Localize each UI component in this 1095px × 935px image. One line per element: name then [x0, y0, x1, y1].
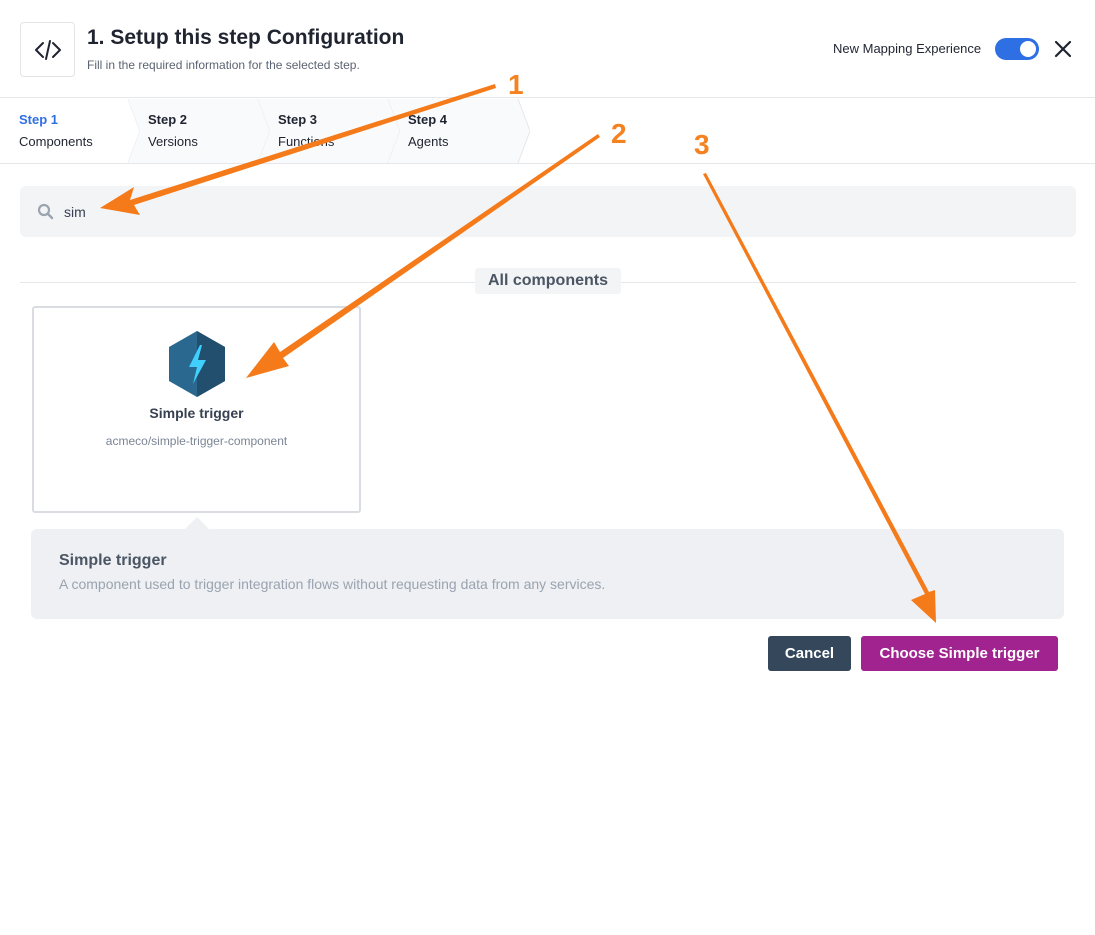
close-button[interactable] — [1052, 38, 1074, 60]
component-title: Simple trigger — [149, 405, 244, 421]
component-path: acmeco/simple-trigger-component — [105, 434, 288, 448]
choose-component-button[interactable]: Choose Simple trigger — [861, 636, 1058, 671]
step-label: Functions — [278, 134, 335, 149]
lightning-hexagon-icon — [169, 331, 225, 397]
search-input[interactable] — [64, 201, 1044, 223]
page-title: 1. Setup this step Configuration — [87, 26, 405, 49]
toggle-knob — [1020, 41, 1036, 57]
search-icon — [37, 203, 54, 220]
step-number: Step 4 — [408, 112, 448, 127]
step-functions[interactable]: Step 3 Functions — [258, 99, 400, 163]
step-number: Step 3 — [278, 112, 318, 127]
step-components[interactable]: Step 1 Components — [0, 99, 140, 163]
step-versions[interactable]: Step 2 Versions — [128, 99, 270, 163]
component-detail-panel: Simple trigger A component used to trigg… — [31, 529, 1064, 619]
annotation-label-1: 1 — [508, 69, 524, 100]
detail-description: A component used to trigger integration … — [59, 576, 606, 592]
annotation-label-2: 2 — [611, 118, 627, 149]
detail-title: Simple trigger — [59, 552, 167, 569]
mapping-toggle[interactable] — [995, 38, 1039, 60]
cancel-button[interactable]: Cancel — [768, 636, 851, 671]
step-chevron — [0, 99, 140, 163]
section-label: All components — [475, 268, 621, 294]
step-chevron — [258, 99, 400, 163]
page-subtitle: Fill in the required information for the… — [87, 58, 360, 72]
close-icon — [1054, 40, 1072, 58]
annotation-label-3: 3 — [694, 129, 710, 160]
code-icon — [20, 22, 75, 77]
step-number: Step 1 — [19, 112, 59, 127]
modal-header: 1. Setup this step Configuration Fill in… — [0, 0, 1095, 98]
step-chevron — [128, 99, 270, 163]
step-label: Versions — [148, 134, 198, 149]
step-navigation: Step 1 Components Step 2 Versions Step 3… — [0, 99, 1095, 164]
step-label: Components — [19, 134, 93, 149]
mapping-toggle-label: New Mapping Experience — [833, 41, 982, 56]
component-card-simple-trigger[interactable]: Simple trigger acmeco/simple-trigger-com… — [32, 306, 361, 513]
component-search — [20, 186, 1076, 237]
detail-pointer — [185, 517, 209, 529]
step-number: Step 2 — [148, 112, 188, 127]
step-agents[interactable]: Step 4 Agents — [388, 99, 530, 163]
step-label: Agents — [408, 134, 449, 149]
step-chevron — [388, 99, 530, 163]
